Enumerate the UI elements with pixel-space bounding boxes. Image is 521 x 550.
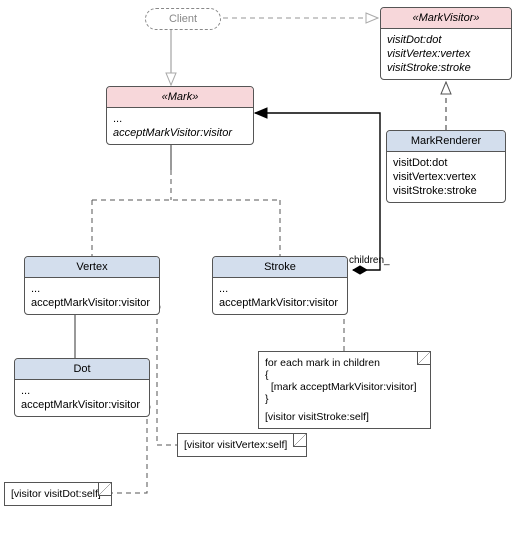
note-fold-icon bbox=[417, 352, 430, 365]
client-label: Client bbox=[169, 13, 197, 25]
mark-renderer-method-0: visitDot:dot bbox=[393, 156, 499, 170]
mark-renderer-method-2: visitStroke:stroke bbox=[393, 184, 499, 198]
vertex-note: [visitor visitVertex:self] bbox=[177, 433, 307, 457]
stroke-note-line3: [mark acceptMarkVisitor:visitor] bbox=[265, 381, 424, 393]
note-fold-icon bbox=[293, 434, 306, 447]
stroke-note: for each mark in children { [mark accept… bbox=[258, 351, 431, 429]
stroke-class: Stroke ... acceptMarkVisitor:visitor bbox=[212, 256, 348, 315]
mark-method: acceptMarkVisitor:visitor bbox=[113, 126, 247, 140]
vertex-class: Vertex ... acceptMarkVisitor:visitor bbox=[24, 256, 160, 315]
children-association-label: children_ bbox=[349, 255, 390, 266]
stroke-note-line2: { bbox=[265, 369, 424, 381]
mark-visitor-title: «MarkVisitor» bbox=[381, 8, 511, 29]
mark-visitor-method-0: visitDot:dot bbox=[387, 33, 505, 47]
dot-ellipsis: ... bbox=[21, 384, 143, 398]
stroke-title: Stroke bbox=[213, 257, 347, 278]
mark-renderer-class: MarkRenderer visitDot:dot visitVertex:ve… bbox=[386, 130, 506, 203]
stroke-note-line1: for each mark in children bbox=[265, 357, 424, 369]
dot-method: acceptMarkVisitor:visitor bbox=[21, 398, 143, 412]
stroke-note-line4: } bbox=[265, 393, 424, 405]
mark-visitor-method-1: visitVertex:vertex bbox=[387, 47, 505, 61]
vertex-title: Vertex bbox=[25, 257, 159, 278]
client-node: Client bbox=[145, 8, 221, 30]
stroke-method: acceptMarkVisitor:visitor bbox=[219, 296, 341, 310]
vertex-note-text: [visitor visitVertex:self] bbox=[184, 439, 300, 451]
vertex-method: acceptMarkVisitor:visitor bbox=[31, 296, 153, 310]
mark-class: «Mark» ... acceptMarkVisitor:visitor bbox=[106, 86, 254, 145]
dot-class: Dot ... acceptMarkVisitor:visitor bbox=[14, 358, 150, 417]
mark-renderer-method-1: visitVertex:vertex bbox=[393, 170, 499, 184]
mark-title: «Mark» bbox=[107, 87, 253, 108]
mark-visitor-class: «MarkVisitor» visitDot:dot visitVertex:v… bbox=[380, 7, 512, 80]
dot-note: [visitor visitDot:self] bbox=[4, 482, 112, 506]
stroke-note-line5: [visitor visitStroke:self] bbox=[265, 411, 424, 423]
dot-title: Dot bbox=[15, 359, 149, 380]
stroke-ellipsis: ... bbox=[219, 282, 341, 296]
mark-renderer-title: MarkRenderer bbox=[387, 131, 505, 152]
dot-note-text: [visitor visitDot:self] bbox=[11, 488, 105, 500]
note-fold-icon bbox=[98, 483, 111, 496]
vertex-ellipsis: ... bbox=[31, 282, 153, 296]
mark-visitor-method-2: visitStroke:stroke bbox=[387, 61, 505, 75]
mark-ellipsis: ... bbox=[113, 112, 247, 126]
